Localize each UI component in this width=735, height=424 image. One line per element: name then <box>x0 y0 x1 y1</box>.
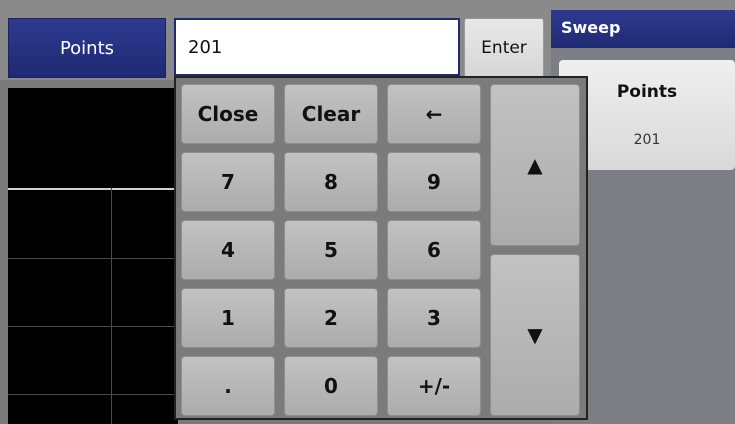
clear-button[interactable]: Clear <box>284 84 378 144</box>
key-9-label: 9 <box>427 170 441 194</box>
plus-minus-key[interactable]: +/- <box>387 356 481 416</box>
clear-button-label: Clear <box>301 102 361 126</box>
close-button-label: Close <box>197 102 259 126</box>
plus-minus-label: +/- <box>417 374 451 398</box>
grid-line <box>8 394 178 395</box>
decimal-point-label: . <box>224 374 232 398</box>
parameter-label-text: Points <box>59 37 115 59</box>
grid-line <box>8 258 178 259</box>
parameter-label: Points <box>8 18 166 78</box>
trace-plot <box>8 88 178 424</box>
key-0-label: 0 <box>324 374 338 398</box>
increment-button[interactable]: ▲ <box>490 84 580 246</box>
key-6[interactable]: 6 <box>387 220 481 280</box>
key-5-label: 5 <box>324 238 338 262</box>
close-button[interactable]: Close <box>181 84 275 144</box>
backspace-button[interactable]: ← <box>387 84 481 144</box>
key-5[interactable]: 5 <box>284 220 378 280</box>
backspace-icon: ← <box>425 102 443 126</box>
decimal-point-key[interactable]: . <box>181 356 275 416</box>
key-3-label: 3 <box>427 306 441 330</box>
key-8-label: 8 <box>324 170 338 194</box>
value-input[interactable] <box>174 18 460 76</box>
key-6-label: 6 <box>427 238 441 262</box>
panel-title: Sweep <box>551 10 735 48</box>
key-0[interactable]: 0 <box>284 356 378 416</box>
reference-line <box>8 188 178 190</box>
key-7[interactable]: 7 <box>181 152 275 212</box>
enter-button[interactable]: Enter <box>464 18 544 78</box>
grid-line <box>8 326 178 327</box>
key-1[interactable]: 1 <box>181 288 275 348</box>
arrow-down-icon: ▼ <box>527 323 543 347</box>
numeric-keypad: Close Clear ← 7 8 9 4 5 6 1 2 3 . 0 +/- … <box>174 76 588 420</box>
key-7-label: 7 <box>221 170 235 194</box>
key-4[interactable]: 4 <box>181 220 275 280</box>
decrement-button[interactable]: ▼ <box>490 254 580 416</box>
arrow-up-icon: ▲ <box>527 153 543 177</box>
enter-button-label: Enter <box>481 38 527 58</box>
grid-line <box>111 188 112 424</box>
key-2-label: 2 <box>324 306 338 330</box>
key-2[interactable]: 2 <box>284 288 378 348</box>
key-1-label: 1 <box>221 306 235 330</box>
key-9[interactable]: 9 <box>387 152 481 212</box>
key-8[interactable]: 8 <box>284 152 378 212</box>
key-4-label: 4 <box>221 238 235 262</box>
key-3[interactable]: 3 <box>387 288 481 348</box>
